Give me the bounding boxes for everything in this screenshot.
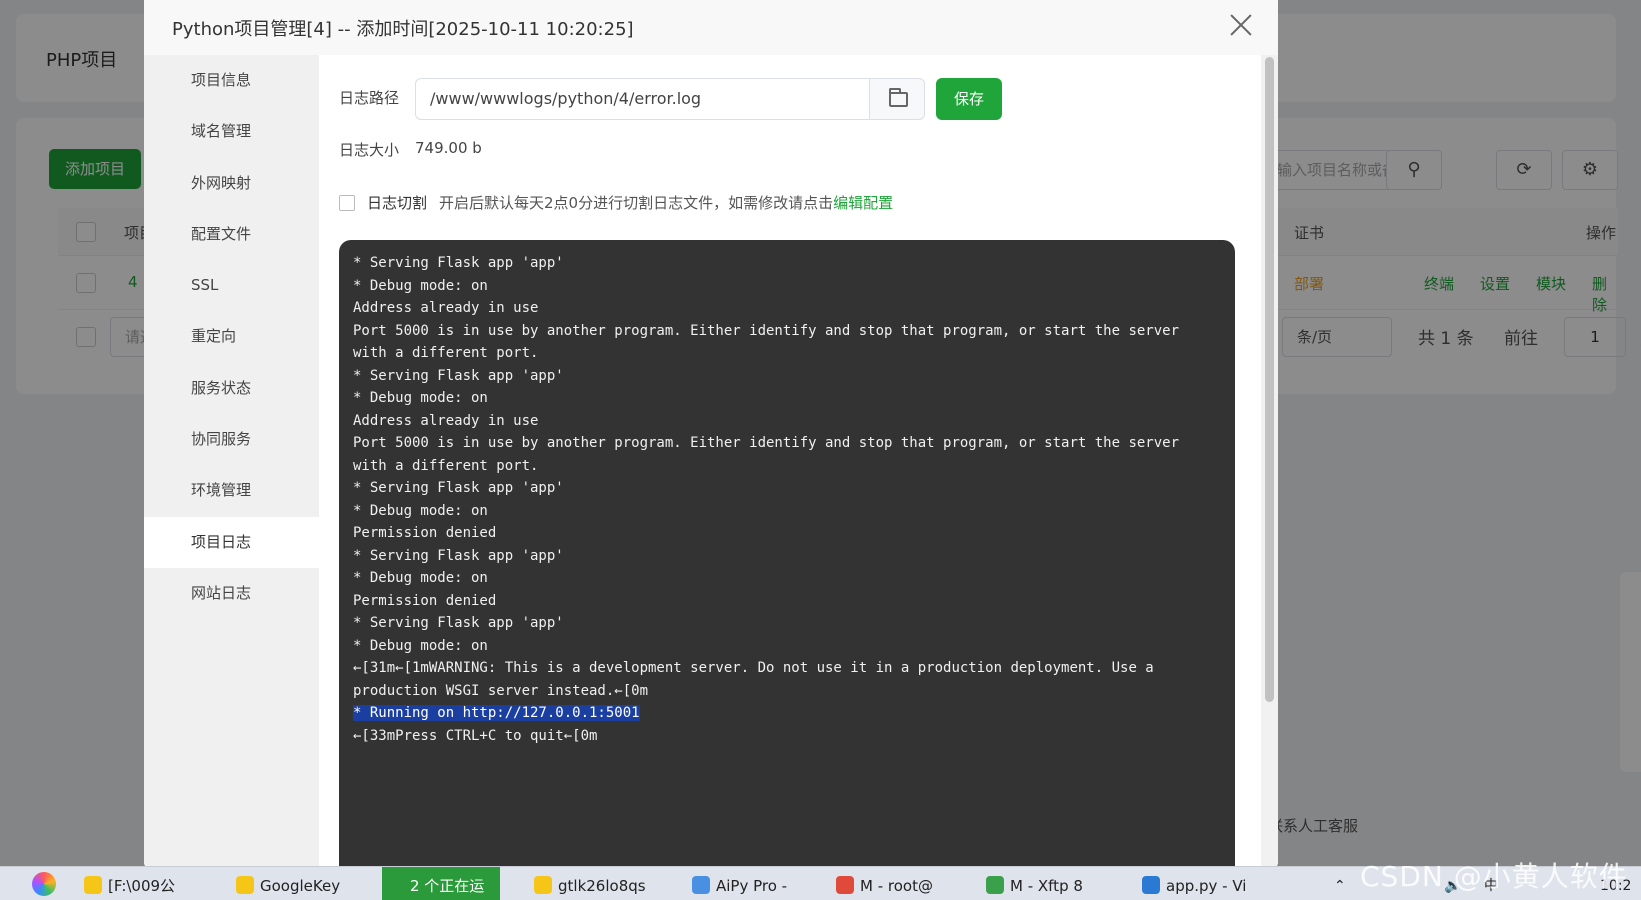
taskbar-item-label: M - root@	[860, 877, 933, 895]
log-line-text: ←[31m←[1mWARNING: This is a development …	[353, 660, 1163, 699]
log-line-text: * Debug mode: on	[353, 570, 488, 586]
log-line: Port 5000 is in use by another program. …	[353, 320, 1221, 365]
log-content-panel: 日志路径 /www/wwwlogs/python/4/error.log 保存 …	[319, 55, 1259, 870]
log-line: * Debug mode: on	[353, 567, 1221, 590]
log-line-text: * Serving Flask app 'app'	[353, 367, 564, 384]
app-icon	[534, 876, 552, 894]
log-split-label: 日志切割	[367, 194, 428, 212]
log-line-text: * Serving Flask app 'app'	[353, 615, 564, 631]
app-icon	[986, 876, 1004, 894]
taskbar-item-label: GoogleKey	[260, 877, 341, 895]
edit-config-link[interactable]: 编辑配置	[833, 194, 893, 212]
app-icon	[1142, 876, 1160, 894]
log-line: ←[31m←[1mWARNING: This is a development …	[353, 657, 1221, 702]
close-icon[interactable]	[1226, 10, 1256, 40]
taskbar-item[interactable]: AiPy Pro -	[688, 867, 806, 900]
taskbar-item[interactable]: GoogleKey	[232, 867, 348, 900]
taskbar-item-label: 2 个正在运	[410, 877, 485, 895]
log-split-desc: 开启后默认每天2点0分进行切割日志文件，如需修改请点击编辑配置	[439, 192, 893, 213]
save-button[interactable]: 保存	[936, 78, 1002, 120]
nav-item-env[interactable]: 环境管理	[144, 465, 319, 516]
python-project-modal: Python项目管理[4] -- 添加时间[2025-10-11 10:20:2…	[144, 0, 1278, 870]
app-icon	[84, 876, 102, 894]
taskbar-item-label: gtlk26lo8qs	[558, 877, 646, 895]
modal-title: Python项目管理[4] -- 添加时间[2025-10-11 10:20:2…	[172, 19, 634, 40]
log-line: Permission denied	[353, 522, 1221, 545]
nav-item-external-mapping[interactable]: 外网映射	[144, 158, 319, 209]
modal-scrollbar[interactable]	[1261, 55, 1278, 870]
log-line-text: Permission denied	[353, 525, 497, 541]
log-line-text: * Serving Flask app 'app'	[353, 480, 564, 496]
log-line: Address already in use	[353, 297, 1221, 320]
taskbar-item[interactable]: [F:\009公	[80, 867, 200, 900]
log-line-text: Address already in use	[353, 412, 539, 429]
log-line: * Running on http://127.0.0.1:5001	[353, 702, 1221, 725]
taskbar-item[interactable]: M - Xftp 8	[982, 867, 1104, 900]
folder-picker-button[interactable]	[869, 78, 925, 120]
nav-item-redirect[interactable]: 重定向	[144, 311, 319, 362]
log-line: * Serving Flask app 'app'	[353, 545, 1221, 568]
nav-item-coop-service[interactable]: 协同服务	[144, 414, 319, 465]
log-split-checkbox[interactable]	[339, 195, 355, 211]
log-line-text: * Debug mode: on	[353, 277, 488, 294]
nav-item-config-file[interactable]: 配置文件	[144, 209, 319, 260]
taskbar-item-label: app.py - Vi	[1166, 877, 1247, 895]
log-output[interactable]: * Serving Flask app 'app' * Debug mode: o…	[339, 240, 1235, 870]
log-line: Port 5000 is in use by another program. …	[353, 432, 1221, 477]
log-line: * Debug mode: on	[353, 275, 1221, 298]
log-line-text: Permission denied	[353, 592, 497, 609]
log-path-label: 日志路径	[339, 89, 400, 107]
nav-item-project-info[interactable]: 项目信息	[144, 55, 319, 106]
log-line-text: Port 5000 is in use by another program. …	[353, 322, 1188, 362]
log-line-text: Port 5000 is in use by another program. …	[353, 435, 1188, 474]
nav-item-ssl[interactable]: SSL	[144, 260, 319, 311]
log-line-text: * Debug mode: on	[353, 637, 488, 654]
log-line-text: * Serving Flask app 'app'	[353, 255, 564, 271]
folder-icon	[889, 88, 908, 107]
taskbar-item-label: M - Xftp 8	[1010, 877, 1083, 895]
log-size-value: 749.00 b	[415, 139, 482, 157]
log-line-text: Address already in use	[353, 300, 539, 316]
log-line: * Serving Flask app 'app'	[353, 477, 1221, 500]
watermark: CSDN @小黄人软件	[1360, 860, 1628, 893]
log-line: * Debug mode: on	[353, 635, 1221, 658]
taskbar-item[interactable]: gtlk26lo8qs	[530, 867, 656, 900]
nav-item-service-status[interactable]: 服务状态	[144, 363, 319, 414]
app-icon	[692, 876, 710, 894]
log-line-text: * Debug mode: on	[353, 502, 488, 519]
log-line: * Serving Flask app 'app'	[353, 365, 1221, 388]
modal-header: Python项目管理[4] -- 添加时间[2025-10-11 10:20:2…	[144, 0, 1278, 55]
log-line: Permission denied	[353, 590, 1221, 613]
split-desc-text: 开启后默认每天2点0分进行切割日志文件，如需修改请点击	[439, 194, 834, 212]
app-icon	[236, 876, 254, 894]
log-line-text: * Debug mode: on	[353, 390, 488, 406]
log-line-text: * Running on http://127.0.0.1:5001	[353, 705, 640, 721]
scrollbar-thumb[interactable]	[1265, 57, 1274, 702]
log-size-label: 日志大小	[339, 141, 400, 159]
log-line: * Serving Flask app 'app'	[353, 612, 1221, 635]
taskbar-item[interactable]: M - root@	[832, 867, 950, 900]
taskbar-item-label: AiPy Pro -	[716, 877, 788, 895]
log-line-text: ←[33mPress CTRL+C to quit←[0m	[353, 727, 598, 744]
nav-item-project-log[interactable]: 项目日志	[144, 516, 319, 568]
log-line: * Debug mode: on	[353, 387, 1221, 410]
nav-item-domain[interactable]: 域名管理	[144, 106, 319, 157]
network-icon[interactable]: ⌃	[1334, 867, 1346, 900]
taskbar-item[interactable]: 2 个正在运	[382, 867, 500, 900]
log-line: * Debug mode: on	[353, 500, 1221, 523]
start-icon[interactable]	[32, 872, 56, 896]
log-line-text: * Serving Flask app 'app'	[353, 547, 564, 564]
taskbar-item-label: [F:\009公	[108, 877, 176, 895]
app-icon	[386, 876, 404, 894]
side-nav: 项目信息 域名管理 外网映射 配置文件 SSL 重定向 服务状态 协同服务 环境…	[144, 55, 319, 870]
log-line: Address already in use	[353, 410, 1221, 433]
log-line: ←[33mPress CTRL+C to quit←[0m	[353, 725, 1221, 748]
log-path-input[interactable]: /www/wwwlogs/python/4/error.log	[415, 78, 869, 120]
taskbar-item[interactable]: app.py - Vi	[1138, 867, 1256, 900]
nav-item-site-log[interactable]: 网站日志	[144, 568, 319, 619]
log-line: * Serving Flask app 'app'	[353, 252, 1221, 275]
app-icon	[836, 876, 854, 894]
